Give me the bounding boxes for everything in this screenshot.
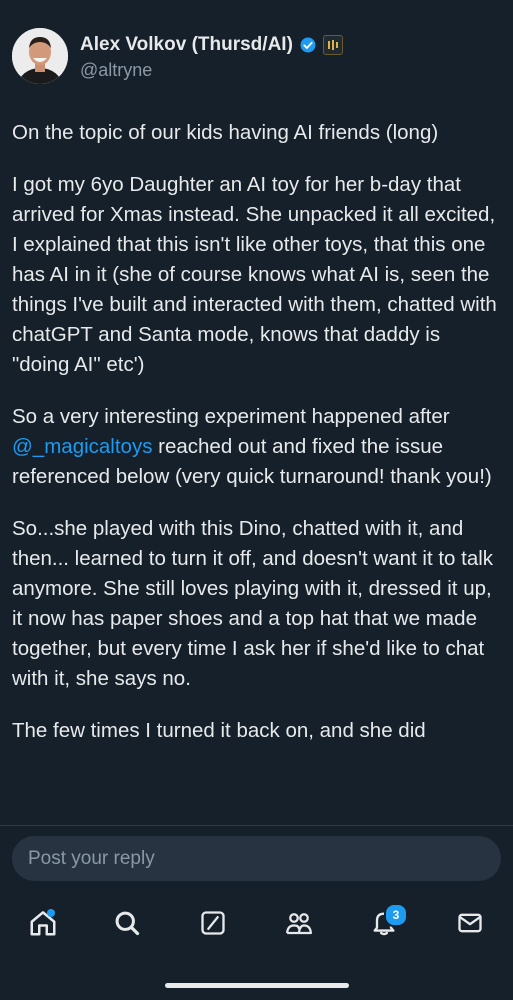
reply-box[interactable] <box>12 836 501 881</box>
mention-link[interactable]: @_magicaltoys <box>12 435 152 458</box>
home-indicator-dot <box>47 909 55 917</box>
tweet-paragraph-1: On the topic of our kids having AI frien… <box>12 121 439 144</box>
mail-icon <box>458 913 482 933</box>
communities-icon <box>286 913 312 935</box>
nav-notifications[interactable]: 3 <box>364 903 408 943</box>
reply-input[interactable] <box>12 846 501 871</box>
avatar[interactable] <box>12 28 68 84</box>
nav-grok[interactable] <box>193 903 233 943</box>
search-icon <box>115 911 140 936</box>
nav-messages[interactable] <box>450 903 490 943</box>
divider <box>0 825 513 826</box>
author-handle[interactable]: @altryne <box>80 60 152 81</box>
tweet-text-segment: So a very interesting experiment happene… <box>12 405 450 428</box>
nav-communities[interactable] <box>279 903 319 943</box>
nav-home[interactable] <box>23 903 63 943</box>
tweet-text: On the topic of our kids having AI frien… <box>12 118 502 768</box>
home-indicator[interactable] <box>165 983 349 988</box>
tweet-paragraph-2: I got my 6yo Daughter an AI toy for her … <box>12 173 497 376</box>
grok-icon <box>201 911 225 935</box>
affiliate-badge-icon[interactable] <box>322 35 343 55</box>
tweet-paragraph-3: So a very interesting experiment happene… <box>12 402 502 492</box>
tweet-paragraph-4: So...she played with this Dino, chatted … <box>12 517 494 690</box>
tweet-header: Alex Volkov (Thursd/AI) @altryne <box>12 28 502 86</box>
notification-count-badge: 3 <box>384 903 408 927</box>
bottom-nav: 3 <box>0 895 513 953</box>
tweet-paragraph-5: The few times I turned it back on, and s… <box>12 719 426 742</box>
nav-search[interactable] <box>107 903 147 943</box>
verified-badge-icon <box>300 37 316 53</box>
author-name[interactable]: Alex Volkov (Thursd/AI) <box>80 34 293 56</box>
